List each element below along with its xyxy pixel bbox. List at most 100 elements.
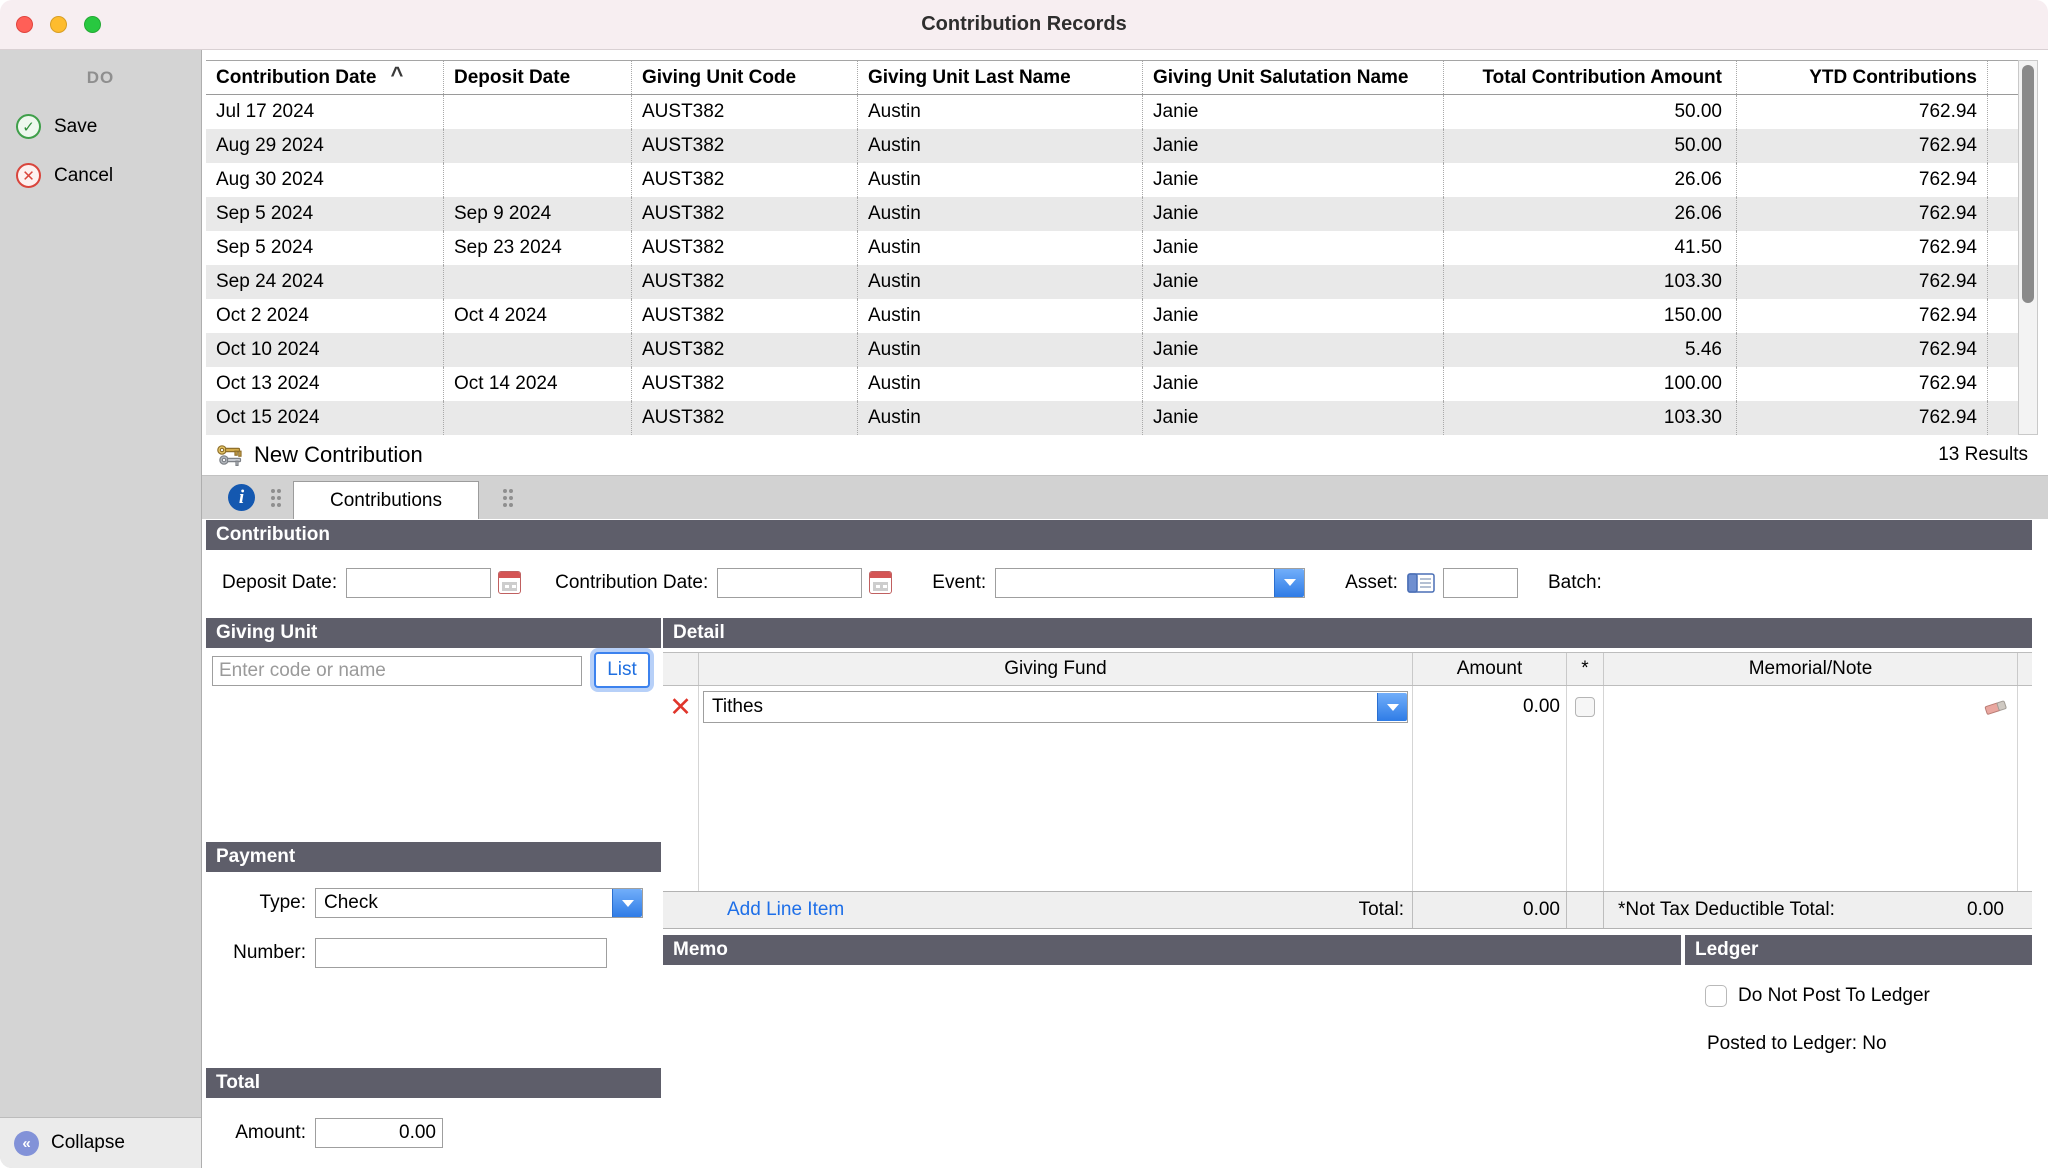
column-header-total-contribution-amount[interactable]: Total Contribution Amount (1444, 61, 1737, 94)
column-header-giving-unit-last-name[interactable]: Giving Unit Last Name (858, 61, 1143, 94)
asset-input[interactable] (1443, 568, 1518, 598)
line-amount-value[interactable]: 0.00 (1413, 686, 1567, 728)
not-tax-deductible-checkbox[interactable] (1575, 697, 1595, 717)
table-cell: Janie (1143, 333, 1444, 367)
total-amount-label: Amount: (206, 1122, 306, 1144)
records-scrollbar[interactable] (2018, 60, 2038, 435)
table-cell: 5.46 (1444, 333, 1737, 367)
contribution-records-window: Contribution Records DO ✓ Save ✕ Cancel … (0, 0, 2048, 1168)
memorial-note-cell[interactable] (1604, 686, 2018, 728)
zoom-button[interactable] (84, 16, 101, 33)
total-section-header: Total (206, 1068, 661, 1098)
chevron-down-icon[interactable] (1377, 693, 1407, 721)
table-cell: Austin (858, 401, 1143, 435)
table-cell: 762.94 (1737, 367, 1988, 401)
table-cell (444, 333, 632, 367)
tab-contributions[interactable]: Contributions (293, 481, 479, 519)
chevron-down-icon[interactable] (612, 889, 642, 917)
detail-column-memorial-note: Memorial/Note (1604, 653, 2018, 685)
table-cell: AUST382 (632, 163, 858, 197)
save-button[interactable]: ✓ Save (0, 114, 201, 139)
batch-label: Batch: (1548, 572, 1602, 594)
new-contribution-button[interactable]: New Contribution (254, 442, 423, 468)
table-cell (444, 401, 632, 435)
info-icon[interactable]: i (228, 484, 255, 511)
table-cell-filler (1988, 95, 2018, 129)
detail-column-giving-fund: Giving Fund (699, 653, 1413, 685)
giving-fund-dropdown[interactable]: Tithes (703, 691, 1408, 723)
total-amount-input[interactable] (315, 1118, 443, 1148)
column-header-ytd-contributions[interactable]: YTD Contributions (1737, 61, 1988, 94)
table-cell: 26.06 (1444, 163, 1737, 197)
table-cell-filler (1988, 401, 2018, 435)
table-cell (444, 129, 632, 163)
memo-textarea[interactable] (663, 965, 1681, 1168)
column-header-contribution-date[interactable]: Contribution Date ^ (206, 61, 444, 94)
table-cell: AUST382 (632, 129, 858, 163)
payment-type-dropdown[interactable]: Check (315, 888, 643, 918)
table-cell: 103.30 (1444, 265, 1737, 299)
delete-row-icon[interactable]: ✕ (669, 694, 692, 721)
collapse-button[interactable]: « Collapse (0, 1117, 201, 1168)
column-header-deposit-date[interactable]: Deposit Date (444, 61, 632, 94)
titlebar: Contribution Records (0, 0, 2048, 50)
table-cell: Janie (1143, 401, 1444, 435)
table-row[interactable]: Aug 30 2024AUST382AustinJanie26.06762.94 (206, 163, 2018, 197)
results-count: 13 Results (1938, 444, 2028, 466)
column-header-giving-unit-code[interactable]: Giving Unit Code (632, 61, 858, 94)
sort-ascending-icon: ^ (390, 62, 403, 88)
keys-icon (214, 442, 244, 469)
giving-unit-search-input[interactable] (212, 656, 582, 686)
table-row[interactable]: Jul 17 2024AUST382AustinJanie50.00762.94 (206, 95, 2018, 129)
chevron-down-icon[interactable] (1274, 569, 1304, 597)
chevrons-left-icon: « (14, 1131, 39, 1156)
table-row[interactable]: Oct 15 2024AUST382AustinJanie103.30762.9… (206, 401, 2018, 435)
records-scrollbar-thumb[interactable] (2022, 65, 2034, 303)
table-cell: Janie (1143, 129, 1444, 163)
table-cell: Sep 5 2024 (206, 231, 444, 265)
giving-fund-value: Tithes (704, 696, 1377, 718)
collapse-label: Collapse (51, 1132, 125, 1154)
list-button[interactable]: List (594, 652, 650, 688)
table-cell: Oct 13 2024 (206, 367, 444, 401)
detail-table-footer: Add Line Item Total: 0.00 *Not Tax Deduc… (663, 891, 2032, 929)
table-cell: Austin (858, 231, 1143, 265)
contribution-date-input[interactable] (717, 568, 862, 598)
table-cell: Oct 2 2024 (206, 299, 444, 333)
main-content: Contribution Date ^ Deposit Date Giving … (202, 50, 2048, 1168)
drag-handle-icon[interactable] (503, 489, 507, 493)
calendar-icon[interactable] (869, 571, 892, 594)
table-cell: 762.94 (1737, 333, 1988, 367)
table-row[interactable]: Oct 13 2024Oct 14 2024AUST382AustinJanie… (206, 367, 2018, 401)
add-line-item-button[interactable]: Add Line Item (727, 899, 844, 921)
eraser-icon[interactable] (1983, 697, 2009, 717)
contribution-form-row: Deposit Date: Contribution Date: Event: … (206, 551, 2032, 614)
table-cell: Oct 14 2024 (444, 367, 632, 401)
payment-number-input[interactable] (315, 938, 607, 968)
detail-column-star: * (1567, 653, 1604, 685)
table-cell-filler (1988, 163, 2018, 197)
cancel-button[interactable]: ✕ Cancel (0, 163, 201, 188)
asset-book-icon[interactable] (1407, 572, 1435, 594)
close-button[interactable] (16, 16, 33, 33)
table-cell: Austin (858, 129, 1143, 163)
event-dropdown[interactable] (995, 568, 1305, 598)
table-row[interactable]: Sep 24 2024AUST382AustinJanie103.30762.9… (206, 265, 2018, 299)
table-row[interactable]: Sep 5 2024Sep 9 2024AUST382AustinJanie26… (206, 197, 2018, 231)
table-cell: AUST382 (632, 265, 858, 299)
table-row[interactable]: Aug 29 2024AUST382AustinJanie50.00762.94 (206, 129, 2018, 163)
table-cell: 762.94 (1737, 401, 1988, 435)
drag-handle-icon[interactable] (271, 489, 275, 493)
deposit-date-input[interactable] (346, 568, 491, 598)
table-cell: Janie (1143, 163, 1444, 197)
table-row[interactable]: Sep 5 2024Sep 23 2024AUST382AustinJanie4… (206, 231, 2018, 265)
calendar-icon[interactable] (498, 571, 521, 594)
minimize-button[interactable] (50, 16, 67, 33)
total-amount-row: Amount: (206, 1118, 661, 1148)
table-cell: 762.94 (1737, 197, 1988, 231)
do-not-post-checkbox[interactable] (1705, 985, 1727, 1007)
payment-type-row: Type: Check (206, 888, 661, 918)
table-row[interactable]: Oct 2 2024Oct 4 2024AUST382AustinJanie15… (206, 299, 2018, 333)
table-row[interactable]: Oct 10 2024AUST382AustinJanie5.46762.94 (206, 333, 2018, 367)
column-header-giving-unit-salutation-name[interactable]: Giving Unit Salutation Name (1143, 61, 1444, 94)
